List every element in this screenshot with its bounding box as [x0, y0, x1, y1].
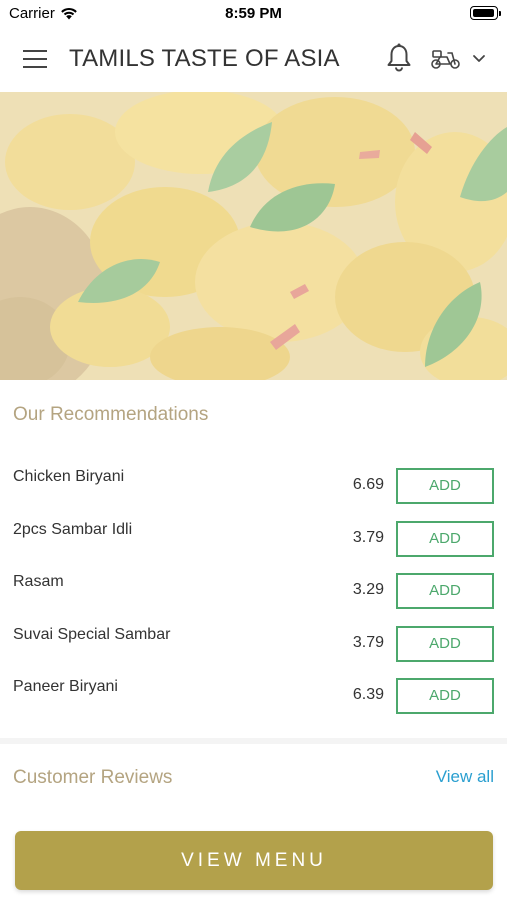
menu-icon[interactable]	[23, 50, 47, 68]
bell-icon[interactable]	[385, 43, 413, 73]
item-name: 2pcs Sambar Idli	[13, 520, 133, 538]
add-button[interactable]: ADD	[396, 678, 494, 714]
recommendations-list: Chicken Biryani 6.69 ADD 2pcs Sambar Idl…	[0, 456, 507, 719]
item-price: 6.39	[352, 686, 384, 703]
add-button[interactable]: ADD	[396, 573, 494, 609]
curry-illustration	[0, 92, 507, 380]
item-price: 3.79	[352, 528, 384, 546]
list-item: Suvai Special Sambar 3.79 ADD	[0, 614, 507, 667]
list-item: Paneer Biryani 6.39 ADD	[0, 666, 507, 719]
add-button[interactable]: ADD	[396, 625, 494, 662]
view-all-link[interactable]: View all	[436, 767, 494, 787]
page-title: TAMILS TASTE OF ASIA	[69, 45, 340, 72]
status-bar: Carrier 8:59 PM	[0, 0, 507, 28]
item-price: 3.29	[352, 581, 384, 598]
section-divider	[0, 738, 507, 744]
item-name: Rasam	[13, 573, 64, 590]
recommendations-title: Our Recommendations	[13, 404, 209, 425]
chevron-down-icon[interactable]	[472, 53, 486, 65]
nav-bar: TAMILS TASTE OF ASIA	[0, 28, 507, 92]
reviews-title: Customer Reviews	[13, 767, 173, 788]
item-name: Suvai Special Sambar	[13, 625, 171, 643]
item-price: 3.79	[352, 633, 384, 651]
item-price: 6.69	[352, 476, 384, 493]
hero-food-image	[0, 92, 507, 380]
item-name: Paneer Biryani	[13, 678, 118, 695]
list-item: 2pcs Sambar Idli 3.79 ADD	[0, 509, 507, 562]
scooter-icon[interactable]	[430, 48, 462, 70]
item-name: Chicken Biryani	[13, 468, 125, 485]
list-item: Rasam 3.29 ADD	[0, 561, 507, 614]
view-menu-button[interactable]: VIEW MENU	[15, 831, 493, 890]
add-button[interactable]: ADD	[396, 520, 494, 557]
battery-icon	[470, 6, 501, 20]
add-button[interactable]: ADD	[396, 468, 494, 504]
status-time: 8:59 PM	[225, 5, 282, 22]
list-item: Chicken Biryani 6.69 ADD	[0, 456, 507, 509]
